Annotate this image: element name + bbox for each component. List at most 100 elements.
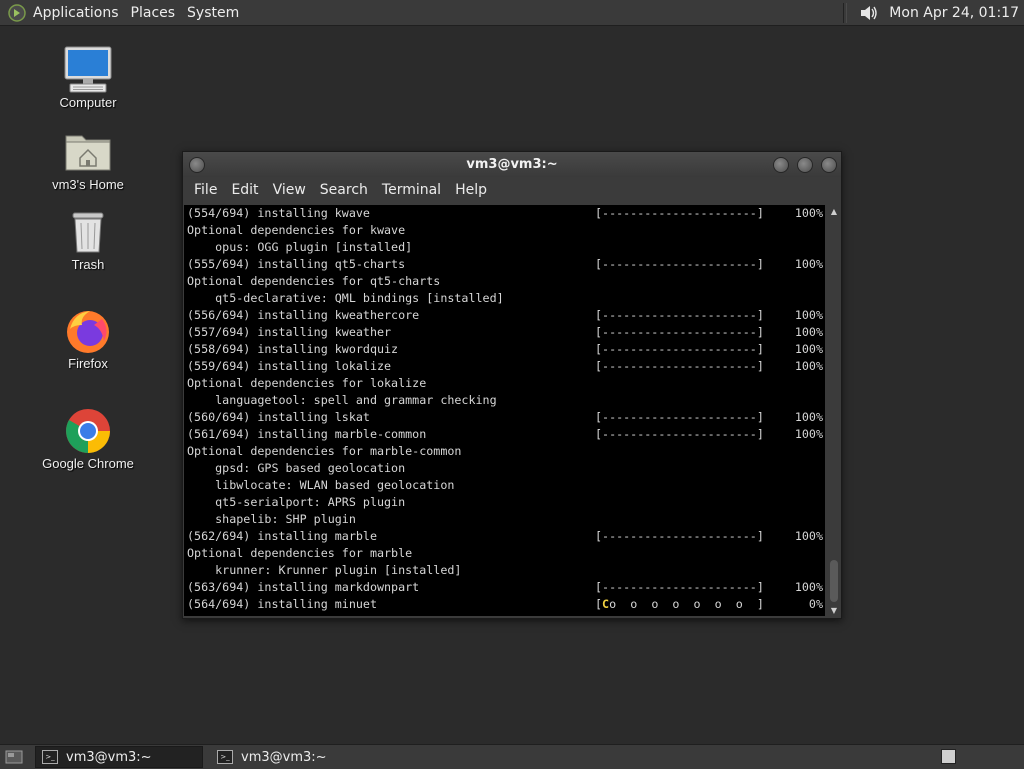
close-button[interactable] bbox=[821, 157, 837, 173]
trash-icon bbox=[61, 207, 115, 257]
taskbar-item-label: vm3@vm3:~ bbox=[241, 749, 327, 765]
workspace-switcher[interactable] bbox=[941, 749, 956, 764]
terminal-line-text: Optional dependencies for marble bbox=[187, 546, 413, 560]
terminal-line: (563/694) installing markdownpart [------… bbox=[184, 579, 825, 596]
terminal-scrollbar[interactable]: ▲ ▼ bbox=[828, 205, 840, 616]
terminal-line: gpsd: GPS based geolocation bbox=[184, 460, 825, 477]
desktop-icon-firefox[interactable]: Firefox bbox=[33, 306, 143, 371]
desktop-icon-label: Google Chrome bbox=[42, 456, 134, 471]
menu-edit[interactable]: Edit bbox=[225, 182, 266, 198]
progress-percent: 0% bbox=[808, 597, 823, 611]
bottom-panel: >_ vm3@vm3:~ >_ vm3@vm3:~ bbox=[0, 744, 1024, 769]
terminal-line-text: (560/694) installing lskat bbox=[187, 410, 370, 424]
firefox-icon bbox=[61, 306, 115, 356]
progress-bar-text: [----------------------] bbox=[595, 342, 764, 356]
terminal-line: Optional dependencies for marble-common bbox=[184, 443, 825, 460]
terminal-output[interactable]: (554/694) installing kwave [-------------… bbox=[184, 205, 825, 616]
progress-percent: 100% bbox=[794, 257, 823, 271]
terminal-line: (554/694) installing kwave [-------------… bbox=[184, 205, 825, 222]
terminal-line-text: (556/694) installing kweathercore bbox=[187, 308, 420, 322]
desktop-icon-label: Trash bbox=[71, 257, 105, 272]
progress-percent: 100% bbox=[794, 325, 823, 339]
window-titlebar[interactable]: vm3@vm3:~ bbox=[183, 152, 841, 177]
terminal-line: (558/694) installing kwordquiz [---------… bbox=[184, 341, 825, 358]
terminal-line: opus: OGG plugin [installed] bbox=[184, 239, 825, 256]
terminal-line-text: (564/694) installing minuet bbox=[187, 597, 377, 611]
window-menubar: File Edit View Search Terminal Help bbox=[183, 177, 841, 203]
terminal-line: (557/694) installing kweather [----------… bbox=[184, 324, 825, 341]
home-folder-icon bbox=[61, 127, 115, 177]
terminal-line: shapelib: SHP plugin bbox=[184, 511, 825, 528]
menu-file[interactable]: File bbox=[188, 182, 225, 198]
terminal-line-text: qt5-declarative: QML bindings [installed… bbox=[187, 291, 504, 305]
desktop-icon-home[interactable]: vm3's Home bbox=[33, 127, 143, 192]
minimize-button[interactable] bbox=[773, 157, 789, 173]
terminal-line-text: Optional dependencies for qt5-charts bbox=[187, 274, 441, 288]
progress-percent: 100% bbox=[794, 410, 823, 424]
terminal-line-text: Optional dependencies for lokalize bbox=[187, 376, 427, 390]
scroll-down-arrow-icon[interactable]: ▼ bbox=[828, 604, 840, 616]
terminal-icon: >_ bbox=[42, 750, 58, 764]
terminal-line: (560/694) installing lskat [-------------… bbox=[184, 409, 825, 426]
terminal-line: Optional dependencies for qt5-charts bbox=[184, 273, 825, 290]
terminal-icon: >_ bbox=[217, 750, 233, 764]
pacman-progress-glyph: C bbox=[602, 597, 610, 611]
terminal-line-text: qt5-serialport: APRS plugin bbox=[187, 495, 406, 509]
scrollbar-thumb[interactable] bbox=[830, 560, 838, 602]
terminal-line-text: (557/694) installing kweather bbox=[187, 325, 392, 339]
terminal-line-text: (561/694) installing marble-common bbox=[187, 427, 427, 441]
terminal-line: languagetool: spell and grammar checking bbox=[184, 392, 825, 409]
terminal-line: Optional dependencies for kwave bbox=[184, 222, 825, 239]
distro-logo-icon[interactable] bbox=[6, 2, 28, 24]
clock[interactable]: Mon Apr 24, 01:17 bbox=[889, 5, 1019, 21]
progress-percent: 100% bbox=[794, 580, 823, 594]
terminal-line-text: krunner: Krunner plugin [installed] bbox=[187, 563, 462, 577]
menu-view[interactable]: View bbox=[267, 182, 314, 198]
terminal-line: Optional dependencies for marble bbox=[184, 545, 825, 562]
desktop-icon-computer[interactable]: Computer bbox=[33, 45, 143, 110]
progress-bar-text: [----------------------] bbox=[595, 308, 764, 322]
places-menu[interactable]: Places bbox=[125, 5, 182, 21]
taskbar-item-label: vm3@vm3:~ bbox=[66, 749, 152, 765]
terminal-line: libwlocate: WLAN based geolocation bbox=[184, 477, 825, 494]
menu-terminal[interactable]: Terminal bbox=[376, 182, 449, 198]
system-menu[interactable]: System bbox=[181, 5, 245, 21]
terminal-line: (562/694) installing marble [------------… bbox=[184, 528, 825, 545]
terminal-line: qt5-declarative: QML bindings [installed… bbox=[184, 290, 825, 307]
terminal-line-text: (562/694) installing marble bbox=[187, 529, 377, 543]
taskbar-item[interactable]: >_ vm3@vm3:~ bbox=[211, 747, 377, 767]
terminal-line-text: libwlocate: WLAN based geolocation bbox=[187, 478, 455, 492]
taskbar-item-active[interactable]: >_ vm3@vm3:~ bbox=[35, 746, 203, 768]
scroll-up-arrow-icon[interactable]: ▲ bbox=[828, 205, 840, 217]
desktop-icon-trash[interactable]: Trash bbox=[33, 207, 143, 272]
menu-search[interactable]: Search bbox=[314, 182, 376, 198]
terminal-line-text: (555/694) installing qt5-charts bbox=[187, 257, 406, 271]
maximize-button[interactable] bbox=[797, 157, 813, 173]
terminal-line: krunner: Krunner plugin [installed] bbox=[184, 562, 825, 579]
terminal-line: (559/694) installing lokalize [----------… bbox=[184, 358, 825, 375]
desktop-icon-chrome[interactable]: Google Chrome bbox=[33, 406, 143, 471]
terminal-line: (561/694) installing marble-common [-----… bbox=[184, 426, 825, 443]
terminal-line-text: Optional dependencies for kwave bbox=[187, 223, 406, 237]
applications-menu[interactable]: Applications bbox=[33, 5, 125, 21]
volume-icon[interactable] bbox=[857, 2, 881, 24]
top-panel: Applications Places System Mon Apr 24, 0… bbox=[0, 0, 1024, 26]
progress-percent: 100% bbox=[794, 529, 823, 543]
terminal-line-text: languagetool: spell and grammar checking bbox=[187, 393, 497, 407]
desktop-icon-label: Firefox bbox=[68, 356, 108, 371]
progress-bar-text: [----------------------] bbox=[595, 580, 764, 594]
terminal-line: (556/694) installing kweathercore [------… bbox=[184, 307, 825, 324]
terminal-window[interactable]: vm3@vm3:~ File Edit View Search Terminal… bbox=[182, 151, 842, 619]
menu-help[interactable]: Help bbox=[449, 182, 495, 198]
progress-bar-text: [----------------------] bbox=[595, 410, 764, 424]
progress-bar-text: [----------------------] bbox=[595, 359, 764, 373]
progress-bar-text: [Co o o o o o o ] bbox=[595, 597, 764, 611]
show-desktop-icon[interactable] bbox=[3, 746, 25, 768]
computer-icon bbox=[61, 45, 115, 95]
progress-percent: 100% bbox=[794, 359, 823, 373]
terminal-line-text: gpsd: GPS based geolocation bbox=[187, 461, 406, 475]
terminal-line-text: Optional dependencies for marble-common bbox=[187, 444, 462, 458]
terminal-line-text: (563/694) installing markdownpart bbox=[187, 580, 420, 594]
panel-separator bbox=[843, 2, 848, 23]
terminal-line: (555/694) installing qt5-charts [--------… bbox=[184, 256, 825, 273]
